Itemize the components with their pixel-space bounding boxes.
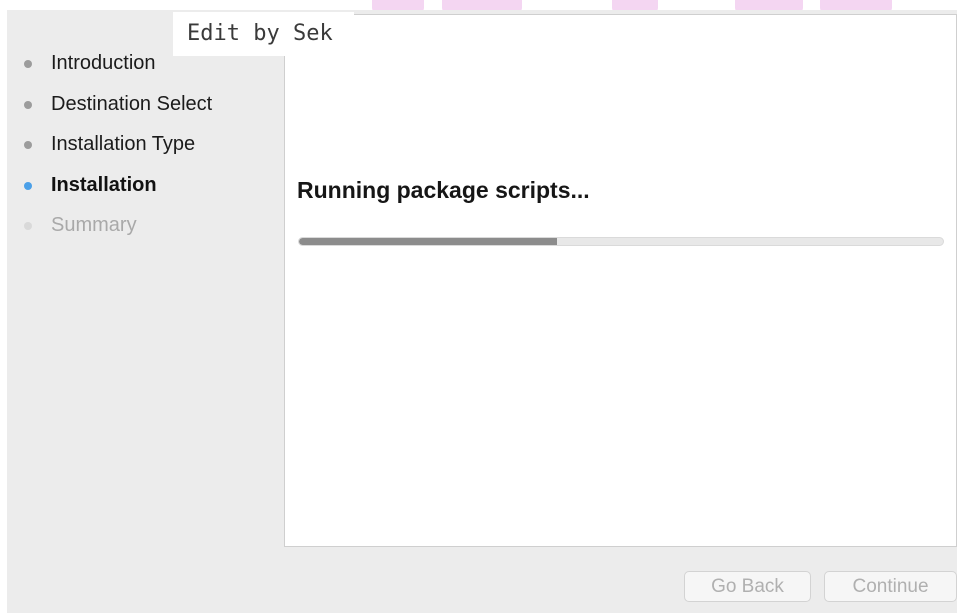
screenshot: Introduction Destination Select Installa… bbox=[0, 0, 957, 613]
step-summary: Summary bbox=[7, 210, 212, 251]
installer-window: Introduction Destination Select Installa… bbox=[7, 10, 957, 613]
step-label: Installation bbox=[51, 173, 157, 196]
step-bullet-icon bbox=[24, 222, 32, 230]
step-installation: Installation bbox=[7, 170, 212, 211]
step-destination-select: Destination Select bbox=[7, 89, 212, 130]
continue-button[interactable]: Continue bbox=[824, 571, 957, 602]
step-label: Summary bbox=[51, 214, 137, 236]
step-label: Installation Type bbox=[51, 133, 196, 155]
install-progress-bar bbox=[298, 237, 944, 246]
step-bullet-icon bbox=[24, 100, 32, 109]
steps-sidebar: Introduction Destination Select Installa… bbox=[7, 10, 285, 550]
step-label: Introduction bbox=[51, 52, 156, 74]
step-bullet-icon bbox=[24, 141, 32, 149]
step-installation-type: Installation Type bbox=[7, 129, 212, 170]
step-label: Destination Select bbox=[51, 92, 213, 115]
install-status-text: Running package scripts... bbox=[297, 177, 590, 203]
content-pane: Running package scripts... bbox=[284, 14, 957, 547]
go-back-button[interactable]: Go Back bbox=[684, 571, 811, 602]
step-bullet-icon bbox=[24, 181, 32, 190]
step-bullet-icon bbox=[24, 60, 32, 68]
progress-fill bbox=[299, 238, 557, 245]
steps-list: Introduction Destination Select Installa… bbox=[7, 48, 212, 251]
edit-caption: Edit by Sek bbox=[173, 12, 354, 56]
